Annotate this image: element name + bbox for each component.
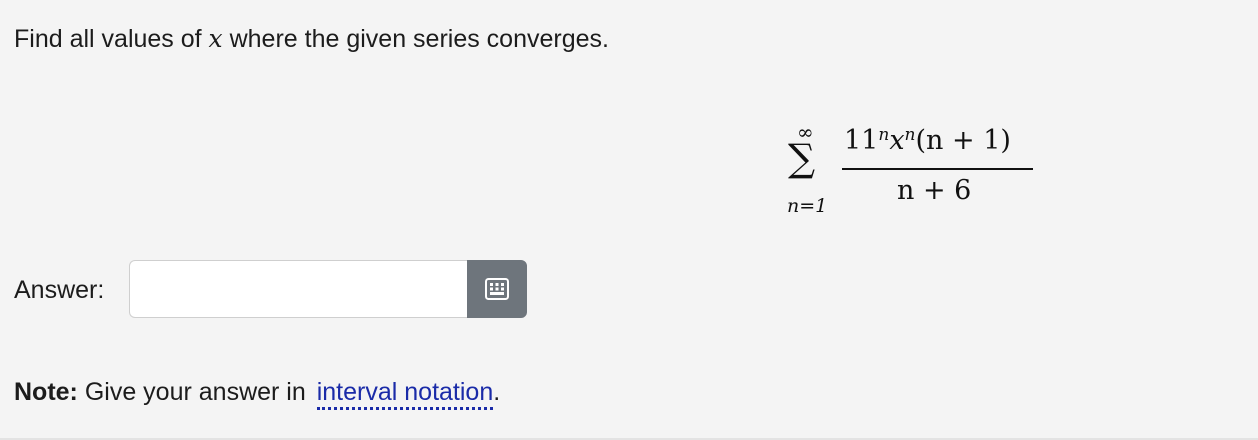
series-formula: ∞ ∑ n=1 11nxn(n + 1) n + 6 bbox=[782, 120, 1042, 230]
numerator-variable: x bbox=[889, 125, 905, 156]
fraction-numerator: 11nxn(n + 1) bbox=[844, 125, 1011, 156]
interval-notation-link[interactable]: interval notation bbox=[316, 378, 494, 410]
sum-lower-limit: n=1 bbox=[787, 195, 828, 217]
fraction-bar bbox=[842, 168, 1033, 170]
note-text: Give your answer in bbox=[77, 378, 313, 406]
keyboard-grid-icon bbox=[485, 278, 509, 300]
question-prefix: Find all values of bbox=[14, 25, 209, 53]
question-suffix: where the given series converges. bbox=[222, 25, 609, 53]
answer-note: Note: Give your answer in interval notat… bbox=[14, 378, 501, 410]
numerator-base: 11 bbox=[844, 125, 879, 156]
sigma-symbol: ∑ bbox=[788, 136, 816, 180]
answer-label: Answer: bbox=[14, 276, 105, 304]
numerator-base-exponent: n bbox=[878, 125, 890, 145]
answer-input[interactable] bbox=[129, 260, 467, 318]
fraction-denominator: n + 6 bbox=[897, 175, 972, 206]
note-label: Note: bbox=[14, 378, 78, 406]
math-keyboard-button[interactable] bbox=[467, 260, 527, 318]
numerator-variable-exponent: n bbox=[904, 125, 916, 145]
question-prompt: Find all values of x where the given ser… bbox=[14, 24, 609, 54]
numerator-factor: (n + 1) bbox=[915, 125, 1011, 156]
question-variable: x bbox=[208, 24, 223, 53]
note-end: . bbox=[493, 378, 501, 406]
